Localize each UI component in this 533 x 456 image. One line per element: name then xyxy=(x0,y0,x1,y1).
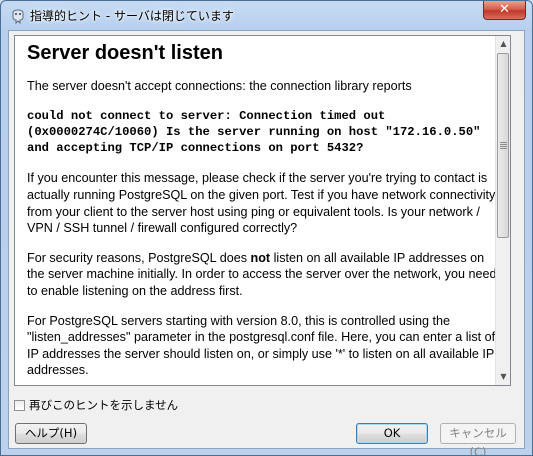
para2-text-before: For security reasons, PostgreSQL does xyxy=(27,250,251,265)
para2-bold-not: not xyxy=(250,250,271,265)
title-bar[interactable]: 指導的ヒント - サーバは閉じています ✕ xyxy=(1,1,532,30)
scroll-up-arrow-icon[interactable]: ▲ xyxy=(496,36,510,52)
dont-show-again-label[interactable]: 再びこのヒントを示しません xyxy=(29,397,178,413)
hint-dialog: 指導的ヒント - サーバは閉じています ✕ Server doesn't lis… xyxy=(0,0,533,456)
vertical-scrollbar[interactable]: ▲ ▼ xyxy=(495,36,510,385)
hint-heading: Server doesn't listen xyxy=(27,42,223,64)
close-button[interactable]: ✕ xyxy=(483,1,526,20)
elephant-app-icon xyxy=(12,9,24,24)
grip-icon xyxy=(500,142,507,150)
cancel-button[interactable]: キャンセル(C) xyxy=(440,423,516,455)
dont-show-again-row[interactable]: 再びこのヒントを示しません xyxy=(14,398,178,412)
dialog-body: Server doesn't listen The server doesn't… xyxy=(8,30,525,455)
scrollbar-thumb[interactable] xyxy=(497,53,509,238)
dont-show-again-checkbox[interactable] xyxy=(14,399,25,411)
hint-text: Server doesn't listen The server doesn't… xyxy=(27,42,497,385)
help-button[interactable]: ヘルプ(H) xyxy=(15,423,87,444)
hint-paragraph-2: For security reasons, PostgreSQL does no… xyxy=(27,250,497,300)
ok-button[interactable]: OK xyxy=(356,423,428,444)
hint-paragraph-1: If you encounter this message, please ch… xyxy=(27,171,496,236)
window-title: 指導的ヒント - サーバは閉じています xyxy=(30,9,234,23)
close-icon: ✕ xyxy=(499,2,510,17)
hint-content-pane[interactable]: Server doesn't listen The server doesn't… xyxy=(14,35,511,386)
hint-intro: The server doesn't accept connections: t… xyxy=(27,79,412,93)
scroll-down-arrow-icon[interactable]: ▼ xyxy=(496,369,510,385)
error-message: could not connect to server: Connection … xyxy=(27,108,488,156)
hint-paragraph-3: For PostgreSQL servers starting with ver… xyxy=(27,313,496,378)
